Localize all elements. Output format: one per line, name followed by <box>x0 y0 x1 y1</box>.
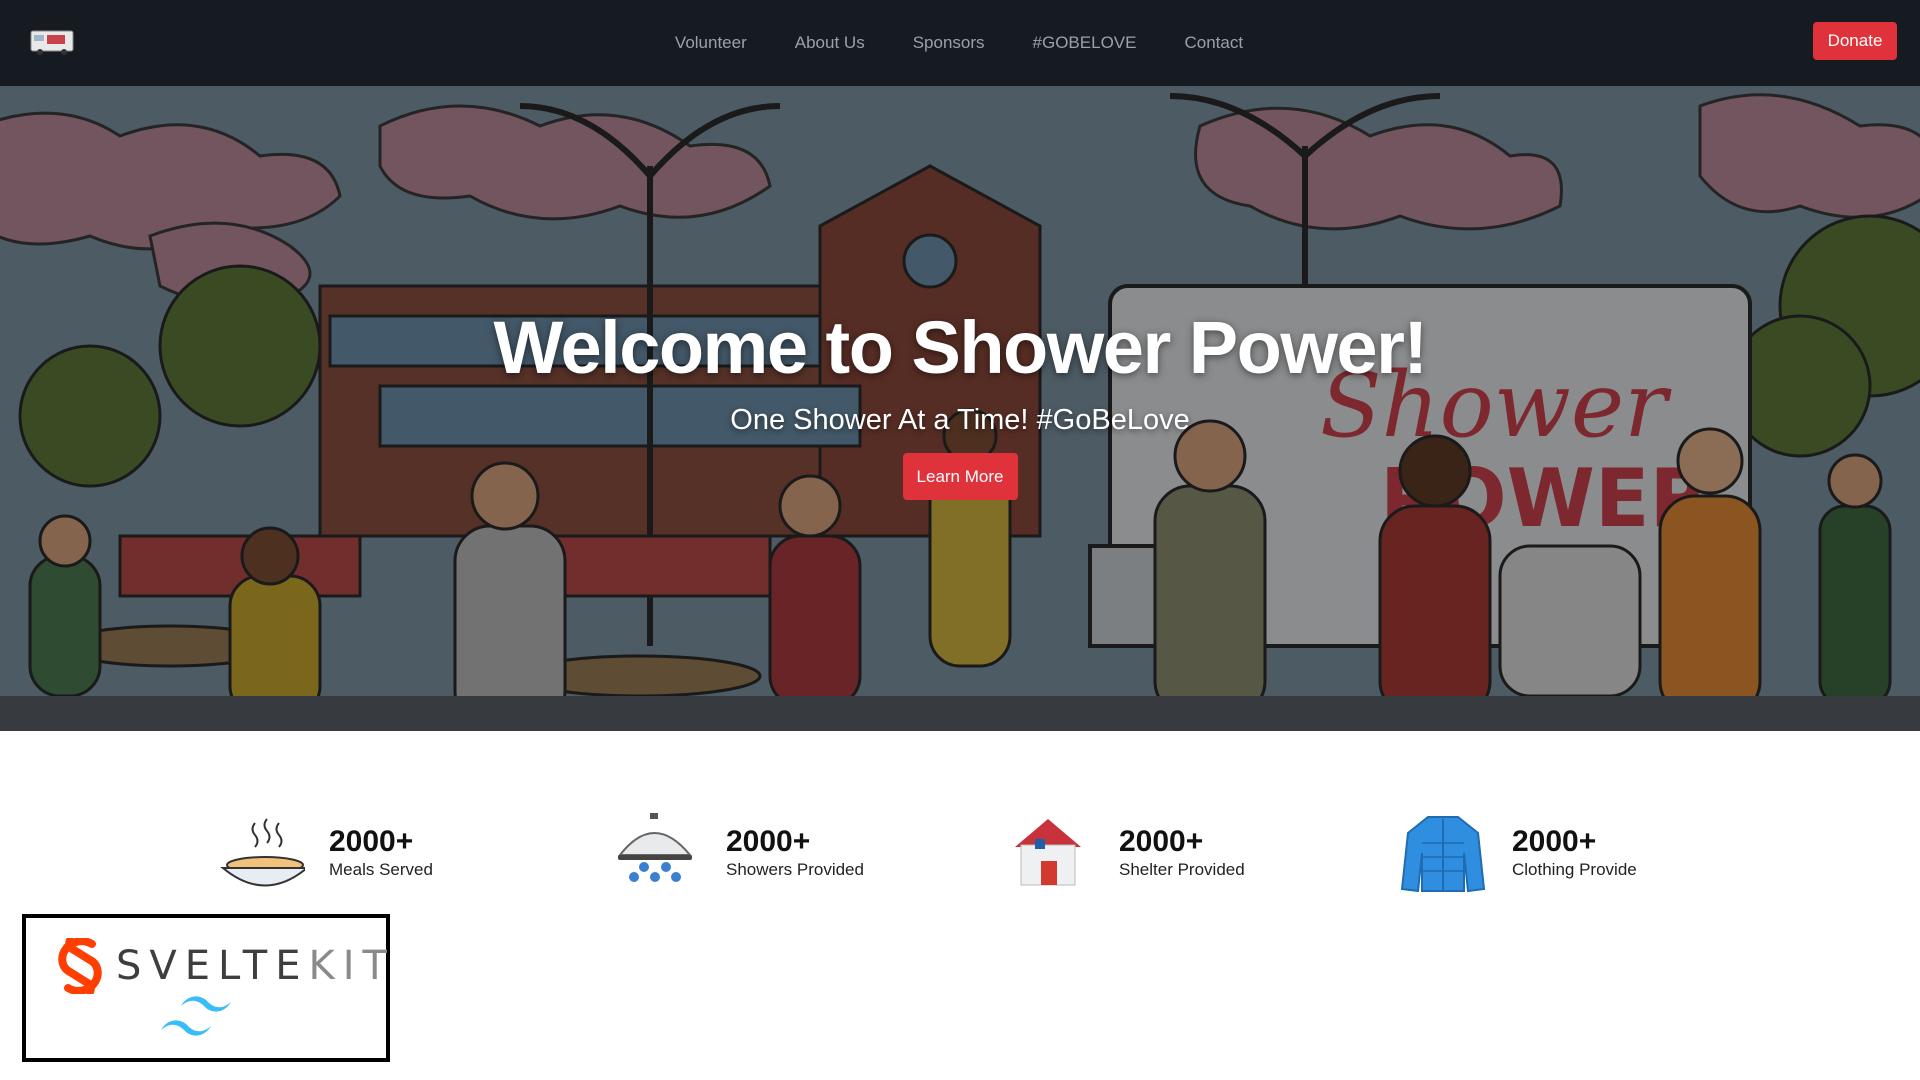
nav-link-sponsors[interactable]: Sponsors <box>889 33 1009 53</box>
hero-content: Welcome to Shower Power! One Shower At a… <box>0 86 1920 731</box>
stat-clothing-text: 2000+ Clothing Provide <box>1512 826 1637 880</box>
stat-value: 2000+ <box>726 825 811 858</box>
learn-more-button[interactable]: Learn More <box>902 453 1018 500</box>
stat-showers: 2000+ Showers Provided <box>612 813 864 893</box>
stat-label: Meals Served <box>329 860 433 879</box>
hero-title: Welcome to Shower Power! <box>493 306 1428 389</box>
stat-label: Showers Provided <box>726 860 864 879</box>
stat-clothing: 2000+ Clothing Provide <box>1398 813 1637 893</box>
stat-shelter-text: 2000+ Shelter Provided <box>1119 826 1245 880</box>
hero-subtitle: One Shower At a Time! #GoBeLove <box>730 404 1190 436</box>
stat-value: 2000+ <box>329 825 414 858</box>
stat-showers-text: 2000+ Showers Provided <box>726 826 864 880</box>
stat-label: Clothing Provide <box>1512 860 1637 879</box>
stat-label: Shelter Provided <box>1119 860 1245 879</box>
stat-meals: 2000+ Meals Served <box>215 813 433 893</box>
brand-svelte: SVELTE <box>116 943 309 989</box>
shower-icon <box>617 813 693 882</box>
stat-meals-text: 2000+ Meals Served <box>329 826 433 880</box>
nav-link-volunteer[interactable]: Volunteer <box>651 33 771 53</box>
stat-value: 2000+ <box>1512 825 1597 858</box>
top-navbar: Volunteer About Us Sponsors #GOBELOVE Co… <box>0 0 1920 86</box>
stat-value: 2000+ <box>1119 825 1204 858</box>
nav-link-about-us[interactable]: About Us <box>771 33 889 53</box>
stats-section: 2000+ Meals Served 2000+ Showers Provide… <box>0 731 1920 901</box>
nav-link-gobelove[interactable]: #GOBELOVE <box>1009 33 1161 53</box>
hero-section: Shower POWER Welcome to Shower Power! On… <box>0 86 1920 731</box>
house-icon <box>1015 819 1081 886</box>
sveltekit-tailwind-badge: SVELTEKIT <box>22 914 390 1062</box>
nav-link-contact[interactable]: Contact <box>1160 33 1267 53</box>
donate-button[interactable]: Donate <box>1813 22 1897 60</box>
nav-links: Volunteer About Us Sponsors #GOBELOVE Co… <box>0 0 1920 86</box>
brand-kit: KIT <box>308 943 395 989</box>
stat-shelter: 2000+ Shelter Provided <box>1005 813 1245 893</box>
sveltekit-wordmark: SVELTEKIT <box>116 943 395 989</box>
svelte-icon <box>58 938 102 994</box>
tailwind-icon <box>161 996 231 1036</box>
meal-icon <box>220 818 305 887</box>
jacket-icon <box>1400 816 1486 893</box>
